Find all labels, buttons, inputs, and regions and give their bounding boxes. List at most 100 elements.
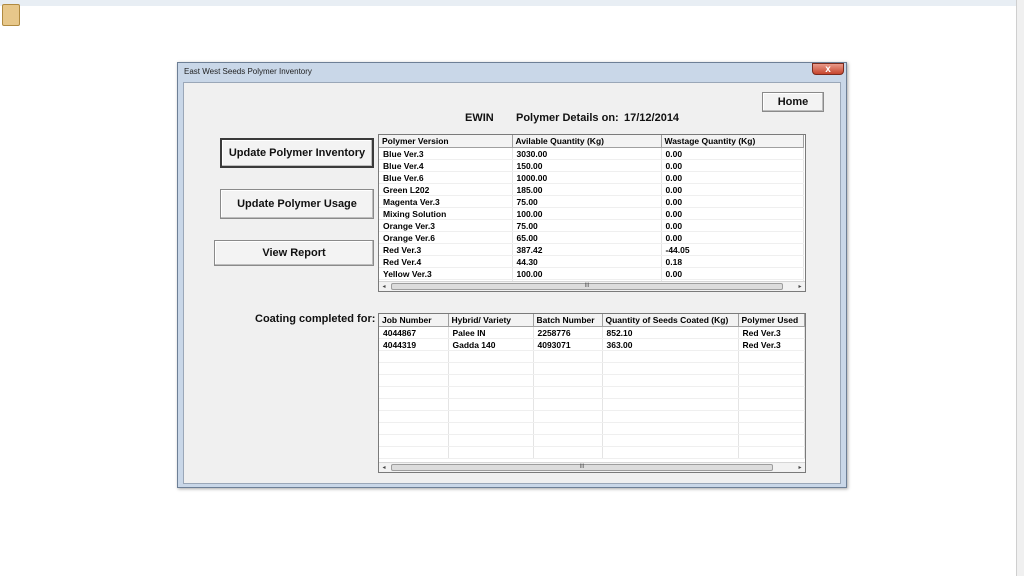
table-row[interactable]: 4044867 Palee IN 2258776 852.10 Red Ver.3 [379, 326, 805, 339]
table-row[interactable] [379, 374, 805, 387]
scroll-left-arrow[interactable]: ◂ [379, 282, 389, 291]
table-cell[interactable] [738, 434, 805, 447]
table-row[interactable]: Orange Ver.3 75.00 0.00 [379, 219, 804, 232]
scroll-right-arrow[interactable]: ▸ [795, 282, 805, 291]
home-button[interactable]: Home [762, 92, 824, 112]
table-cell[interactable]: Blue Ver.3 [379, 147, 513, 160]
table-cell[interactable] [379, 386, 449, 399]
table-row[interactable]: Magenta Ver.3 75.00 0.00 [379, 195, 804, 208]
column-header[interactable]: Polymer Version [379, 135, 513, 148]
table-cell[interactable] [533, 386, 603, 399]
table-cell[interactable] [738, 398, 805, 411]
table-row[interactable]: Blue Ver.4 150.00 0.00 [379, 159, 804, 172]
table-cell[interactable]: 0.18 [661, 255, 804, 268]
table-cell[interactable] [448, 446, 534, 459]
table-cell[interactable] [738, 446, 805, 459]
table-cell[interactable]: 0.00 [661, 183, 804, 196]
table-cell[interactable] [533, 350, 603, 363]
table-cell[interactable] [533, 422, 603, 435]
table-cell[interactable] [379, 374, 449, 387]
table-cell[interactable]: 65.00 [512, 231, 662, 244]
column-header[interactable]: Avilable Quantity (Kg) [512, 135, 662, 148]
table-cell[interactable] [602, 386, 739, 399]
table-cell[interactable] [448, 350, 534, 363]
table-cell[interactable] [738, 374, 805, 387]
table-cell[interactable]: 4044867 [379, 326, 449, 339]
table-cell[interactable] [738, 410, 805, 423]
table-cell[interactable]: Green L202 [379, 183, 513, 196]
table-cell[interactable] [602, 410, 739, 423]
scroll-thumb[interactable]: III [391, 283, 783, 290]
table-cell[interactable]: Palee IN [448, 326, 534, 339]
table-cell[interactable] [533, 446, 603, 459]
table-cell[interactable]: 100.00 [512, 267, 662, 280]
table-cell[interactable] [738, 350, 805, 363]
scroll-left-arrow[interactable]: ◂ [379, 463, 389, 472]
table-cell[interactable]: 100.00 [512, 207, 662, 220]
table-cell[interactable]: 0.00 [661, 195, 804, 208]
table-cell[interactable]: Mixing Solution [379, 207, 513, 220]
table-row[interactable]: Yellow Ver.3 100.00 0.00 [379, 267, 804, 280]
table-cell[interactable] [533, 374, 603, 387]
table-cell[interactable]: Red Ver.3 [738, 326, 805, 339]
table-row[interactable] [379, 422, 805, 435]
table-cell[interactable]: 852.10 [602, 326, 739, 339]
table-cell[interactable] [533, 434, 603, 447]
coating-grid[interactable]: Job Number Hybrid/ Variety Batch Number … [378, 313, 806, 473]
table-cell[interactable]: 4093071 [533, 338, 603, 351]
table-cell[interactable] [602, 446, 739, 459]
table-cell[interactable] [602, 350, 739, 363]
table-cell[interactable]: Yellow Ver.3 [379, 267, 513, 280]
table-row[interactable]: Blue Ver.6 1000.00 0.00 [379, 171, 804, 184]
table-cell[interactable]: 0.00 [661, 159, 804, 172]
table-cell[interactable]: Orange Ver.6 [379, 231, 513, 244]
close-button[interactable]: x [812, 63, 844, 75]
table-cell[interactable] [379, 410, 449, 423]
table-row[interactable]: Mixing Solution 100.00 0.00 [379, 207, 804, 220]
polymer-horizontal-scrollbar[interactable]: ◂ III ▸ [379, 281, 805, 291]
table-cell[interactable]: Blue Ver.6 [379, 171, 513, 184]
table-cell[interactable]: 363.00 [602, 338, 739, 351]
table-cell[interactable] [379, 362, 449, 375]
table-cell[interactable]: 0.00 [661, 267, 804, 280]
scroll-right-arrow[interactable]: ▸ [795, 463, 805, 472]
column-header[interactable]: Quantity of Seeds Coated (Kg) [602, 314, 739, 327]
table-cell[interactable] [602, 434, 739, 447]
table-row[interactable]: 4044319 Gadda 140 4093071 363.00 Red Ver.3 [379, 338, 805, 351]
table-cell[interactable] [448, 410, 534, 423]
table-cell[interactable] [738, 386, 805, 399]
table-cell[interactable] [602, 398, 739, 411]
table-row[interactable]: Red Ver.3 387.42 -44.05 [379, 243, 804, 256]
table-cell[interactable] [533, 410, 603, 423]
table-row[interactable] [379, 386, 805, 399]
table-cell[interactable]: 0.00 [661, 231, 804, 244]
table-cell[interactable] [379, 398, 449, 411]
table-cell[interactable]: -44.05 [661, 243, 804, 256]
table-cell[interactable] [602, 362, 739, 375]
table-cell[interactable]: 75.00 [512, 219, 662, 232]
scroll-thumb[interactable]: III [391, 464, 773, 471]
table-cell[interactable]: 185.00 [512, 183, 662, 196]
table-row[interactable] [379, 398, 805, 411]
column-header[interactable]: Hybrid/ Variety [448, 314, 534, 327]
table-cell[interactable] [738, 362, 805, 375]
table-cell[interactable]: Red Ver.4 [379, 255, 513, 268]
update-polymer-usage-button[interactable]: Update Polymer Usage [220, 189, 374, 219]
table-cell[interactable] [448, 422, 534, 435]
table-cell[interactable] [738, 422, 805, 435]
polymer-inventory-grid[interactable]: Polymer Version Avilable Quantity (Kg) W… [378, 134, 806, 292]
table-cell[interactable]: 44.30 [512, 255, 662, 268]
view-report-button[interactable]: View Report [214, 240, 374, 266]
table-cell[interactable]: 387.42 [512, 243, 662, 256]
table-cell[interactable]: Blue Ver.4 [379, 159, 513, 172]
column-header[interactable]: Job Number [379, 314, 449, 327]
table-cell[interactable] [448, 386, 534, 399]
table-cell[interactable]: Orange Ver.3 [379, 219, 513, 232]
title-bar[interactable]: East West Seeds Polymer Inventory x [178, 63, 846, 81]
table-cell[interactable] [448, 374, 534, 387]
table-cell[interactable] [448, 434, 534, 447]
table-row[interactable]: Blue Ver.3 3030.00 0.00 [379, 147, 804, 160]
table-cell[interactable]: 150.00 [512, 159, 662, 172]
table-row[interactable] [379, 362, 805, 375]
table-cell[interactable] [379, 350, 449, 363]
